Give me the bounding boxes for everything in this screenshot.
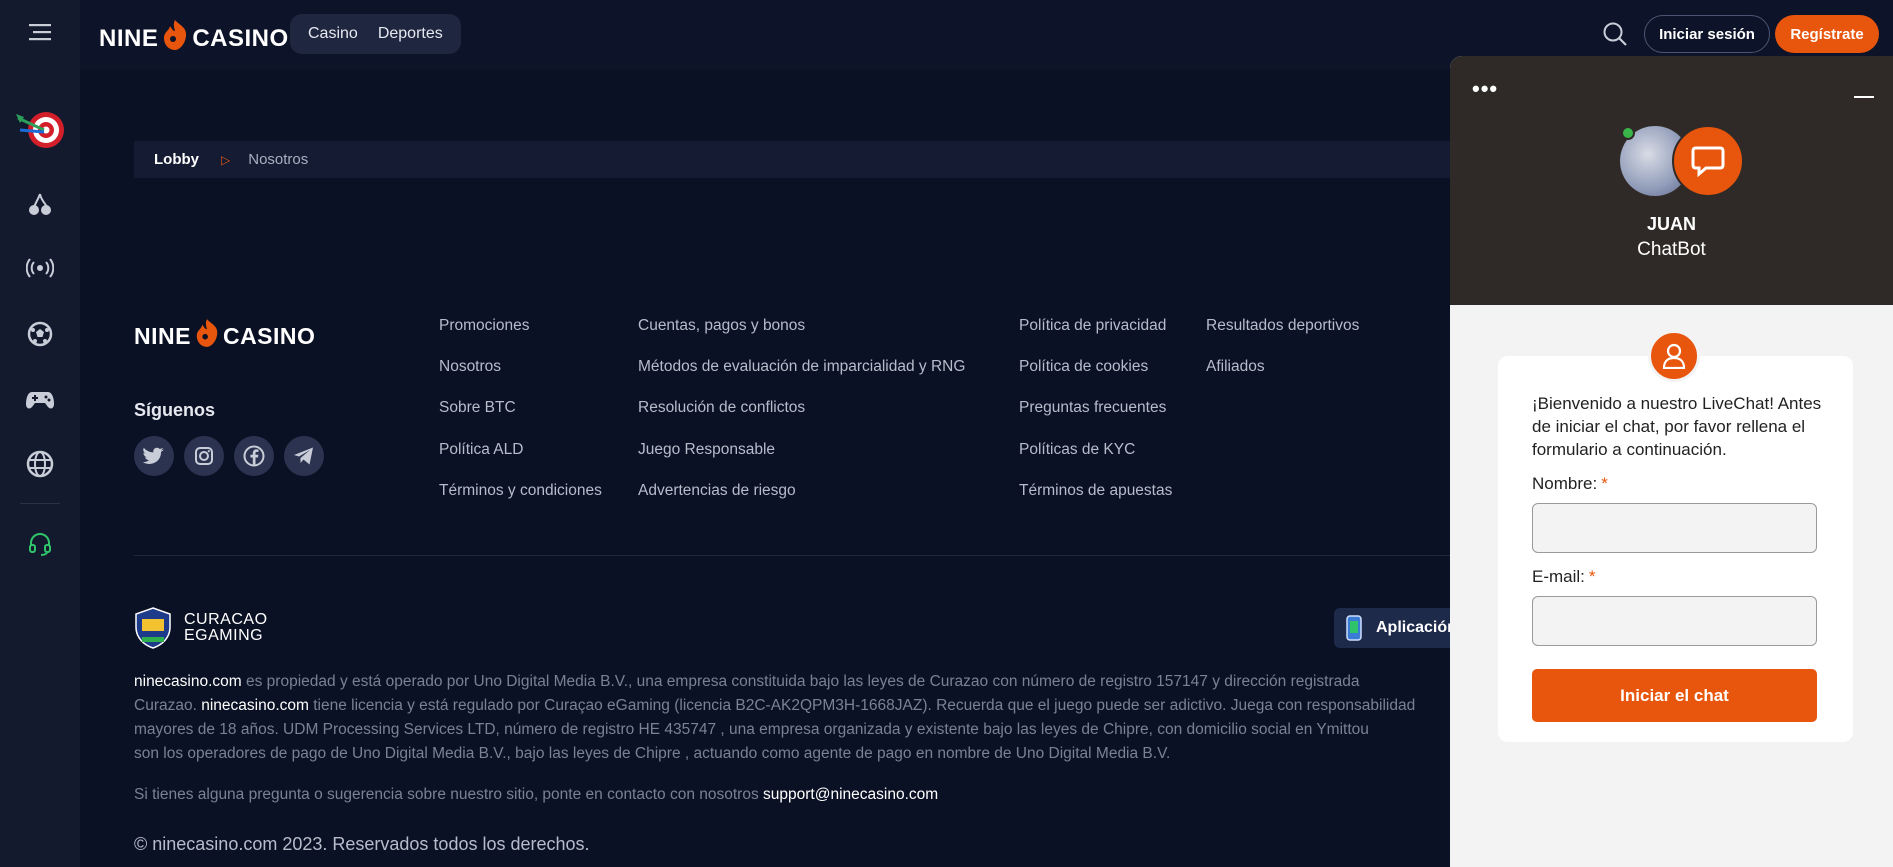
footer-link[interactable]: Preguntas frecuentes (1019, 399, 1166, 417)
chat-body (1450, 305, 1893, 867)
rail-divider (20, 503, 60, 504)
footer-link[interactable]: Nosotros (439, 358, 501, 376)
breadcrumb-arrow-icon: ▷ (221, 152, 231, 167)
footer-link[interactable]: Resultados deportivos (1206, 317, 1359, 335)
logo-text-left: NINE (99, 24, 159, 52)
required-marker: * (1601, 474, 1608, 493)
nav-deportes[interactable]: Deportes (370, 25, 451, 43)
curacao-shield-icon (135, 607, 171, 649)
live-broadcast-icon[interactable] (0, 248, 80, 288)
email-label: E-mail: * (1532, 567, 1596, 587)
globe-icon[interactable] (0, 444, 80, 484)
welcome-message: ¡Bienvenido a nuestro LiveChat! Antes de… (1532, 394, 1822, 459)
telegram-icon[interactable] (284, 436, 324, 476)
main-nav: Casino Deportes (290, 14, 461, 54)
minimize-icon[interactable] (1854, 96, 1874, 98)
footer-link[interactable]: Sobre BTC (439, 399, 516, 417)
curacao-egaming-badge[interactable]: CURACAO EGAMING (134, 607, 268, 649)
lion-logo-icon (161, 19, 189, 58)
curacao-line1: CURACAO (184, 611, 268, 628)
start-chat-button[interactable]: Iniciar el chat (1532, 669, 1817, 722)
left-rail (0, 0, 80, 867)
legal-line-2b: tiene licencia y está regulado por Curaç… (308, 697, 1416, 714)
footer-link[interactable]: Advertencias de riesgo (638, 482, 796, 500)
breadcrumb: Lobby ▷ Nosotros (134, 141, 1454, 178)
livechat-logo-icon (1672, 125, 1744, 197)
email-label-text: E-mail: (1532, 567, 1585, 586)
cherry-icon[interactable] (0, 184, 80, 224)
email-field[interactable] (1532, 596, 1817, 646)
footer-link[interactable]: Términos y condiciones (439, 482, 602, 500)
curacao-line2: EGAMING (184, 627, 264, 644)
phone-icon (1346, 615, 1362, 641)
agent-name: JUAN (1646, 214, 1696, 234)
name-label: Nombre: * (1532, 474, 1608, 494)
footer-link[interactable]: Políticas de KYC (1019, 441, 1135, 459)
footer-link[interactable]: Resolución de conflictos (638, 399, 805, 417)
headset-icon[interactable] (0, 524, 80, 564)
agent-role: ChatBot (1637, 239, 1706, 260)
livechat-widget: ••• JUAN ChatBot ¡Bienvenido a nuestro L… (1450, 56, 1893, 867)
footer-link[interactable]: Términos de apuestas (1019, 482, 1172, 500)
breadcrumb-current: Nosotros (248, 151, 309, 168)
footer-link[interactable]: Juego Responsable (638, 441, 775, 459)
legal-text: ninecasino.com es propiedad y está opera… (134, 670, 1454, 766)
footer-link[interactable]: Política ALD (439, 441, 523, 459)
name-label-text: Nombre: (1532, 474, 1598, 493)
twitter-icon[interactable] (134, 436, 174, 476)
name-field[interactable] (1532, 503, 1817, 553)
footer-logo[interactable]: NINE CASINO (134, 318, 315, 354)
user-icon (1648, 330, 1700, 382)
footer-divider (134, 555, 1454, 556)
instagram-icon[interactable] (184, 436, 224, 476)
copyright: © ninecasino.com 2023. Reservados todos … (134, 834, 590, 854)
footer-link[interactable]: Métodos de evaluación de imparcialidad y… (638, 358, 965, 376)
nav-casino[interactable]: Casino (300, 25, 366, 43)
chat-header: ••• JUAN ChatBot (1450, 56, 1893, 305)
search-icon[interactable] (1602, 21, 1628, 52)
footer-link[interactable]: Cuentas, pagos y bonos (638, 317, 805, 335)
follow-us-title: Síguenos (134, 400, 216, 420)
legal-line-3: mayores de 18 años. UDM Processing Servi… (134, 721, 1369, 738)
legal-site-link[interactable]: ninecasino.com (134, 673, 242, 690)
contact-sentence: Si tienes alguna pregunta o sugerencia s… (134, 786, 764, 803)
support-email-link[interactable]: support@ninecasino.com (763, 786, 938, 803)
contact-text: Si tienes alguna pregunta o sugerencia s… (134, 786, 938, 804)
darts-icon[interactable] (0, 106, 80, 154)
footer-link[interactable]: Política de privacidad (1019, 317, 1166, 335)
footer-link[interactable]: Promociones (439, 317, 529, 335)
footer-lion-logo-icon (194, 318, 220, 354)
required-marker: * (1588, 567, 1596, 586)
footer-logo-text-right: CASINO (222, 322, 316, 349)
app-label: Aplicación (1376, 619, 1457, 636)
legal-line-2a: Curazao. (134, 697, 202, 714)
legal-site-link[interactable]: ninecasino.com (201, 697, 309, 714)
menu-icon[interactable] (0, 12, 80, 52)
chat-menu-icon[interactable]: ••• (1472, 76, 1498, 102)
register-button[interactable]: Regístrate (1775, 15, 1879, 53)
gamepad-icon[interactable] (0, 380, 80, 420)
breadcrumb-lobby[interactable]: Lobby (154, 151, 199, 168)
footer-link[interactable]: Afiliados (1206, 358, 1265, 376)
logo-text-right: CASINO (192, 24, 289, 52)
online-status-icon (1621, 126, 1635, 140)
site-logo[interactable]: NINE CASINO (99, 19, 289, 58)
football-icon[interactable] (0, 314, 80, 354)
footer-link[interactable]: Política de cookies (1019, 358, 1148, 376)
login-button[interactable]: Iniciar sesión (1644, 15, 1770, 53)
legal-line-1: es propiedad y está operado por Uno Digi… (241, 673, 1360, 690)
facebook-icon[interactable] (234, 436, 274, 476)
footer-logo-text-left: NINE (134, 322, 191, 349)
legal-line-4: son los operadores de pago de Uno Digita… (134, 745, 1171, 762)
